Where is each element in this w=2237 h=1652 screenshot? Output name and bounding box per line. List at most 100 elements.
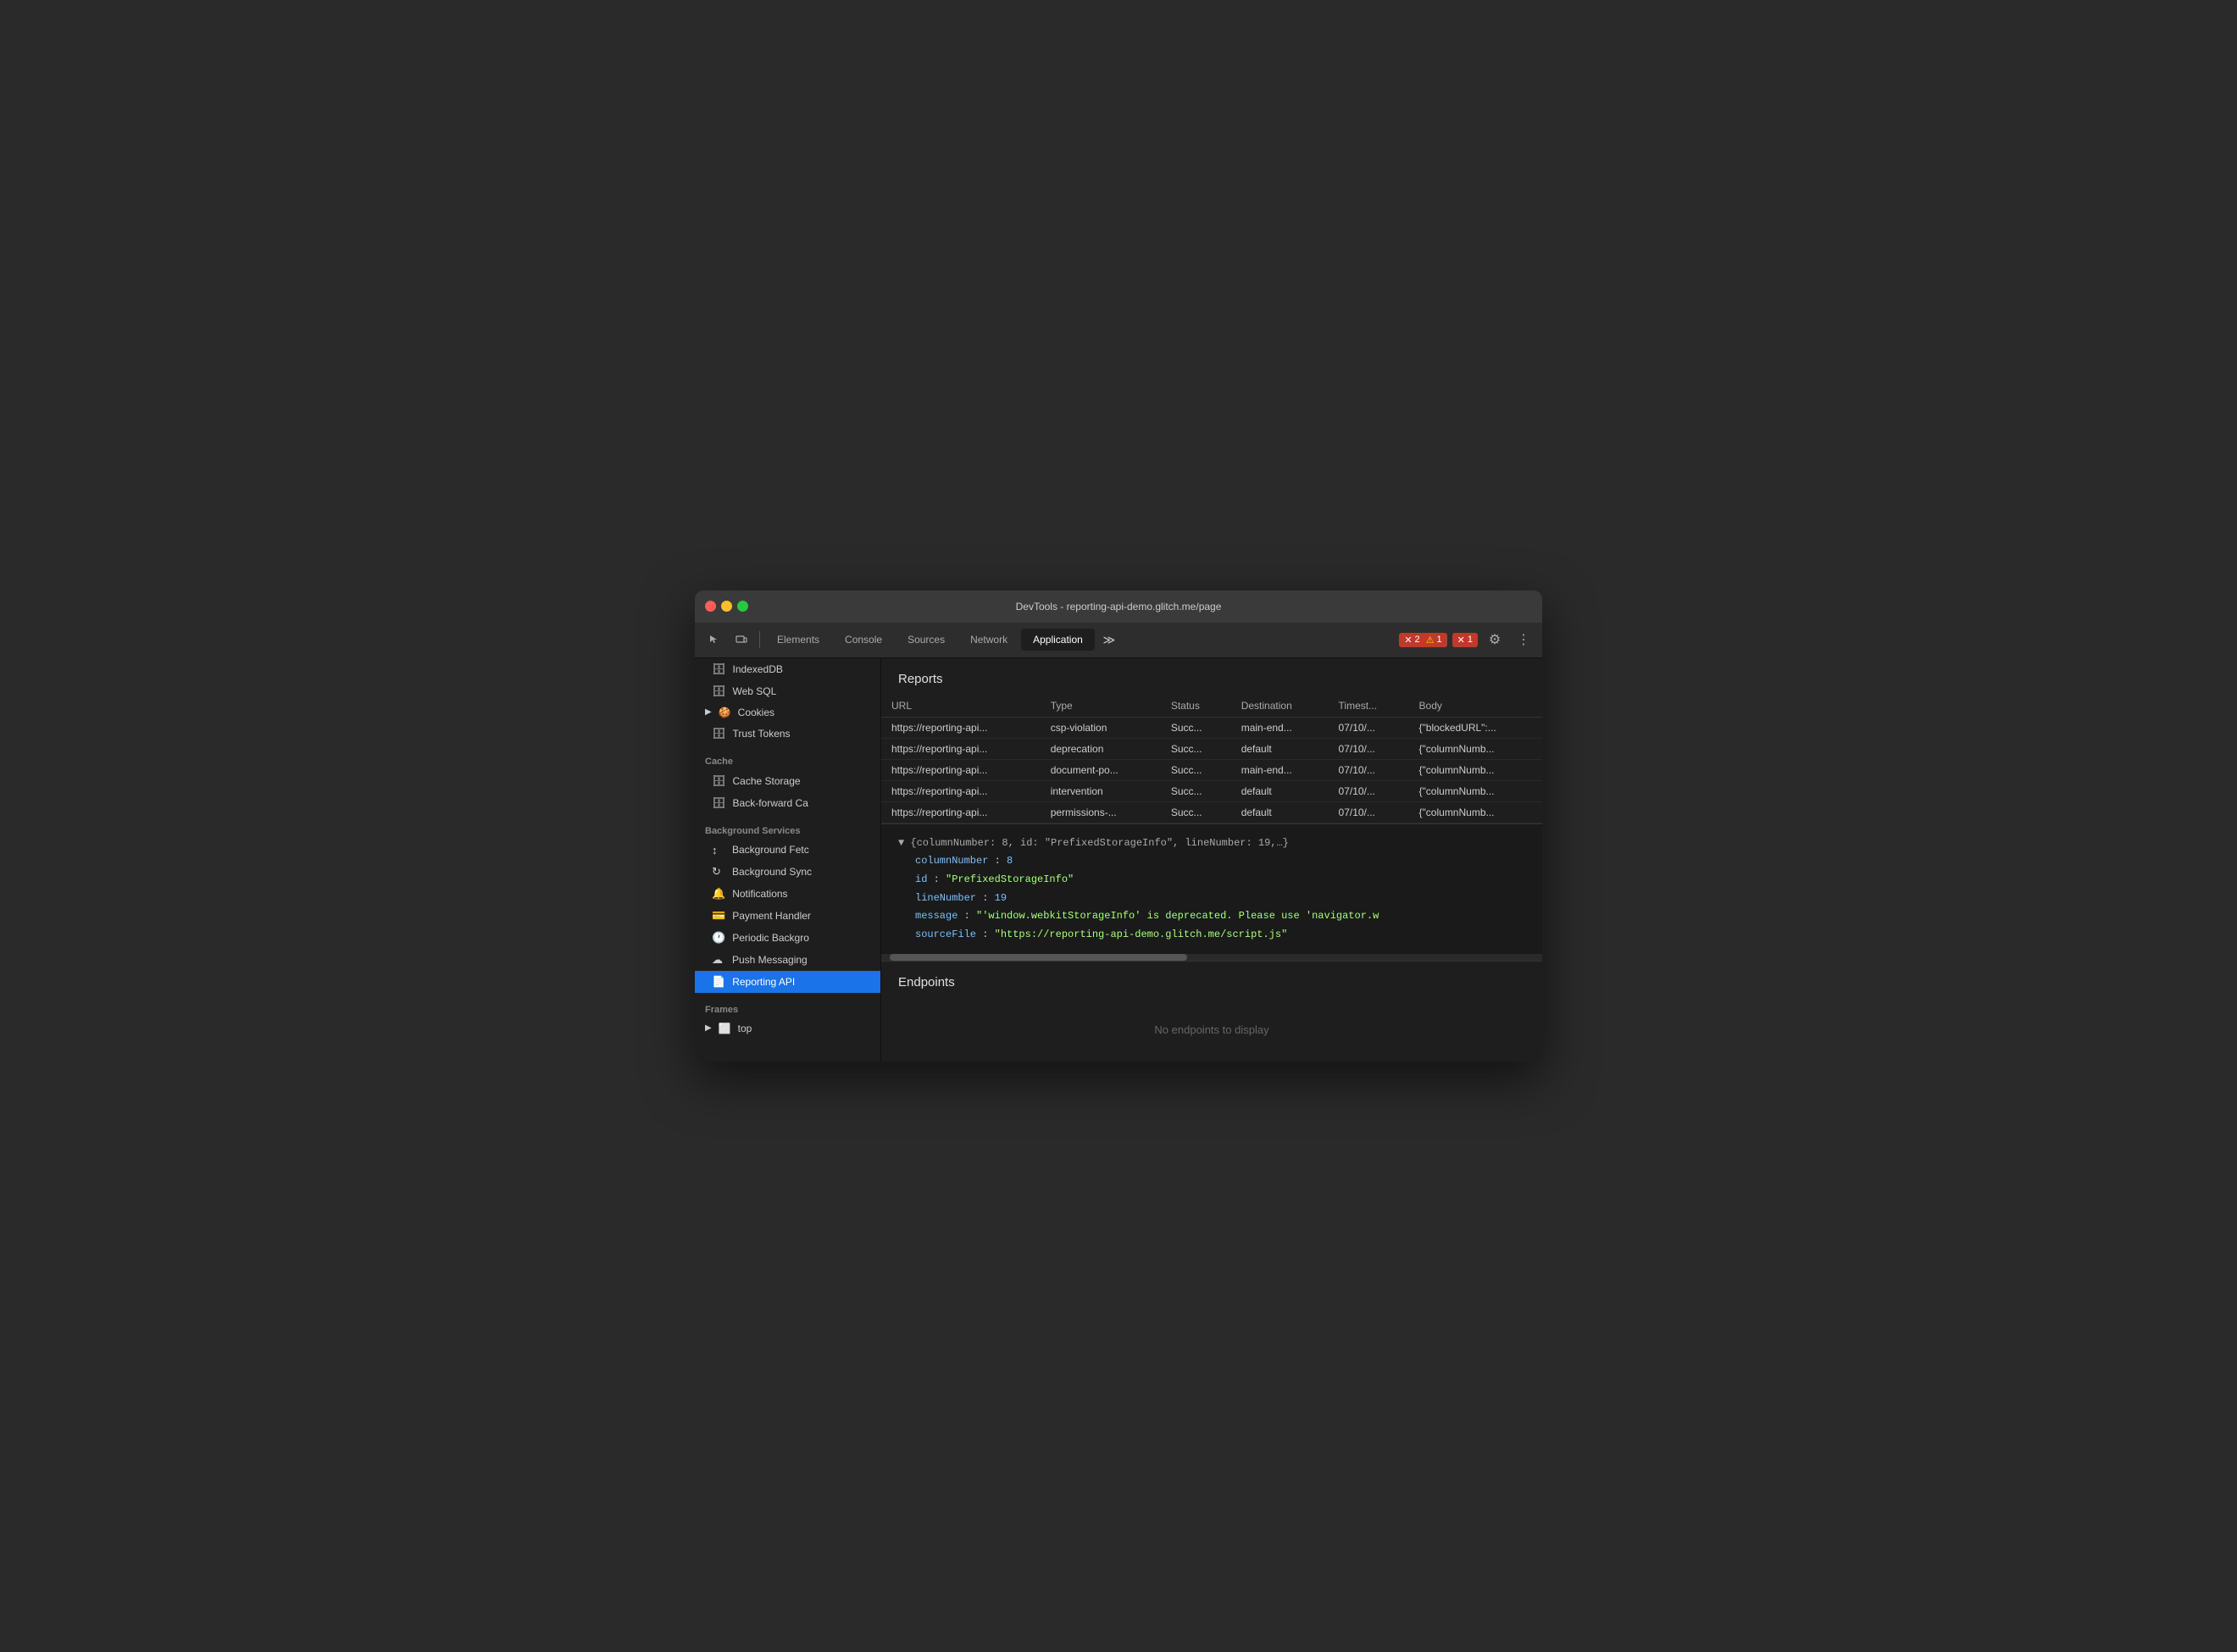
sidebar-item-notifications[interactable]: 🔔 Notifications [695,883,880,905]
reports-table: URL Type Status Destination Timest... Bo… [881,695,1542,823]
reports-title: Reports [881,658,1542,695]
field-colon: : [982,892,994,904]
cell-timestamp: 07/10/... [1329,759,1409,780]
token-icon: 🗄 [712,727,726,740]
sidebar: 🗄 IndexedDB 🗄 Web SQL ▶ 🍪 Cookies 🗄 Trus… [695,658,881,1062]
payment-icon: 💳 [712,909,725,923]
scrollbar-thumb[interactable] [890,954,1187,961]
tab-application[interactable]: Application [1021,629,1095,651]
cell-type: deprecation [1041,738,1161,759]
settings-button[interactable]: ⚙ [1483,628,1507,651]
sidebar-item-cookies[interactable]: ▶ 🍪 Cookies [695,702,880,723]
cell-destination: main-end... [1231,759,1329,780]
col-body: Body [1409,695,1542,718]
cell-url: https://reporting-api... [881,738,1041,759]
titlebar: DevTools - reporting-api-demo.glitch.me/… [695,590,1542,623]
table-row[interactable]: https://reporting-api... deprecation Suc… [881,738,1542,759]
sidebar-item-payment[interactable]: 💳 Payment Handler [695,905,880,927]
tab-console[interactable]: Console [833,629,894,651]
tab-elements[interactable]: Elements [765,629,831,651]
field-value-columnnumber: 8 [1007,855,1013,867]
error-badge[interactable]: ✕ 2 ⚠ 1 [1399,633,1446,647]
field-key-message: message [915,910,958,922]
info-icon: ✕ [1457,635,1465,646]
clock-icon: 🕐 [712,931,725,945]
cell-type: document-po... [1041,759,1161,780]
horizontal-scrollbar[interactable] [881,954,1542,961]
table-row[interactable]: https://reporting-api... csp-violation S… [881,717,1542,738]
cookie-icon: 🍪 [719,707,731,718]
cell-body: {"columnNumb... [1409,780,1542,801]
window-title: DevTools - reporting-api-demo.glitch.me/… [1016,601,1222,613]
toolbar: Elements Console Sources Network Applica… [695,623,1542,658]
detail-field-columnnumber: columnNumber : 8 [898,852,1525,871]
info-badge[interactable]: ✕ 1 [1452,633,1478,647]
more-options-button[interactable]: ⋮ [1512,628,1535,651]
sidebar-item-periodic-bg[interactable]: 🕐 Periodic Backgro [695,927,880,949]
sync-icon: ↻ [712,865,725,879]
field-colon: : [934,873,946,885]
cell-destination: main-end... [1231,717,1329,738]
cell-body: {"blockedURL":... [1409,717,1542,738]
table-row[interactable]: https://reporting-api... permissions-...… [881,801,1542,823]
sidebar-item-bg-sync[interactable]: ↻ Background Sync [695,861,880,883]
sidebar-item-cache-storage[interactable]: 🗄 Cache Storage [695,770,880,792]
table-row[interactable]: https://reporting-api... document-po... … [881,759,1542,780]
detail-summary-line[interactable]: ▼ {columnNumber: 8, id: "PrefixedStorage… [898,834,1525,853]
cell-url: https://reporting-api... [881,801,1041,823]
sidebar-item-frames-top[interactable]: ▶ ⬜ top [695,1018,880,1039]
warning-count: 1 [1437,635,1442,645]
field-key-id: id [915,873,927,885]
sidebar-item-trust-tokens[interactable]: 🗄 Trust Tokens [695,723,880,745]
cell-url: https://reporting-api... [881,780,1041,801]
field-key-linenumber: lineNumber [915,892,976,904]
cell-status: Succ... [1161,717,1231,738]
tab-network[interactable]: Network [958,629,1019,651]
field-value-linenumber: 19 [995,892,1007,904]
field-value-sourcefile: "https://reporting-api-demo.glitch.me/sc… [995,929,1288,940]
sidebar-item-indexeddb[interactable]: 🗄 IndexedDB [695,658,880,680]
cell-destination: default [1231,738,1329,759]
bg-section-label: Background Services [695,814,880,840]
table-row[interactable]: https://reporting-api... intervention Su… [881,780,1542,801]
tab-sources[interactable]: Sources [896,629,957,651]
main-area: 🗄 IndexedDB 🗄 Web SQL ▶ 🍪 Cookies 🗄 Trus… [695,658,1542,1062]
cache-icon: 🗄 [712,774,726,788]
col-status: Status [1161,695,1231,718]
sidebar-item-back-forward[interactable]: 🗄 Back-forward Ca [695,792,880,814]
error-icon: ✕ [1404,635,1412,646]
expand-icon: ▼ [898,837,910,849]
toolbar-separator [759,631,760,648]
detail-field-id: id : "PrefixedStorageInfo" [898,871,1525,890]
minimize-button[interactable] [721,601,732,612]
endpoints-empty-message: No endpoints to display [881,998,1542,1062]
sidebar-item-push[interactable]: ☁ Push Messaging [695,949,880,971]
field-key-columnnumber: columnNumber [915,855,988,867]
error-count: 2 [1415,635,1420,645]
more-tabs-button[interactable]: ≫ [1096,627,1122,652]
cache-icon: 🗄 [712,796,726,810]
sidebar-item-reporting-api[interactable]: 📄 Reporting API [695,971,880,993]
close-button[interactable] [705,601,716,612]
detail-summary: {columnNumber: 8, id: "PrefixedStorageIn… [910,837,1288,849]
field-colon: : [964,910,976,922]
warning-icon: ⚠ [1426,635,1435,646]
cloud-icon: ☁ [712,953,725,967]
cell-status: Succ... [1161,759,1231,780]
cell-destination: default [1231,801,1329,823]
sidebar-item-bg-fetch[interactable]: ↕ Background Fetc [695,840,880,861]
cell-timestamp: 07/10/... [1329,780,1409,801]
col-timestamp: Timest... [1329,695,1409,718]
cell-timestamp: 07/10/... [1329,717,1409,738]
col-type: Type [1041,695,1161,718]
content-area: Reports URL Type Status Destination Time… [881,658,1542,1062]
detail-field-sourcefile: sourceFile : "https://reporting-api-demo… [898,926,1525,945]
detail-field-linenumber: lineNumber : 19 [898,890,1525,908]
maximize-button[interactable] [737,601,748,612]
field-value-message: "'window.webkitStorageInfo' is deprecate… [976,910,1379,922]
cell-body: {"columnNumb... [1409,738,1542,759]
expand-arrow-icon: ▶ [705,1023,712,1033]
select-tool-button[interactable] [702,627,727,652]
sidebar-item-websql[interactable]: 🗄 Web SQL [695,680,880,702]
device-toggle-button[interactable] [729,627,754,652]
